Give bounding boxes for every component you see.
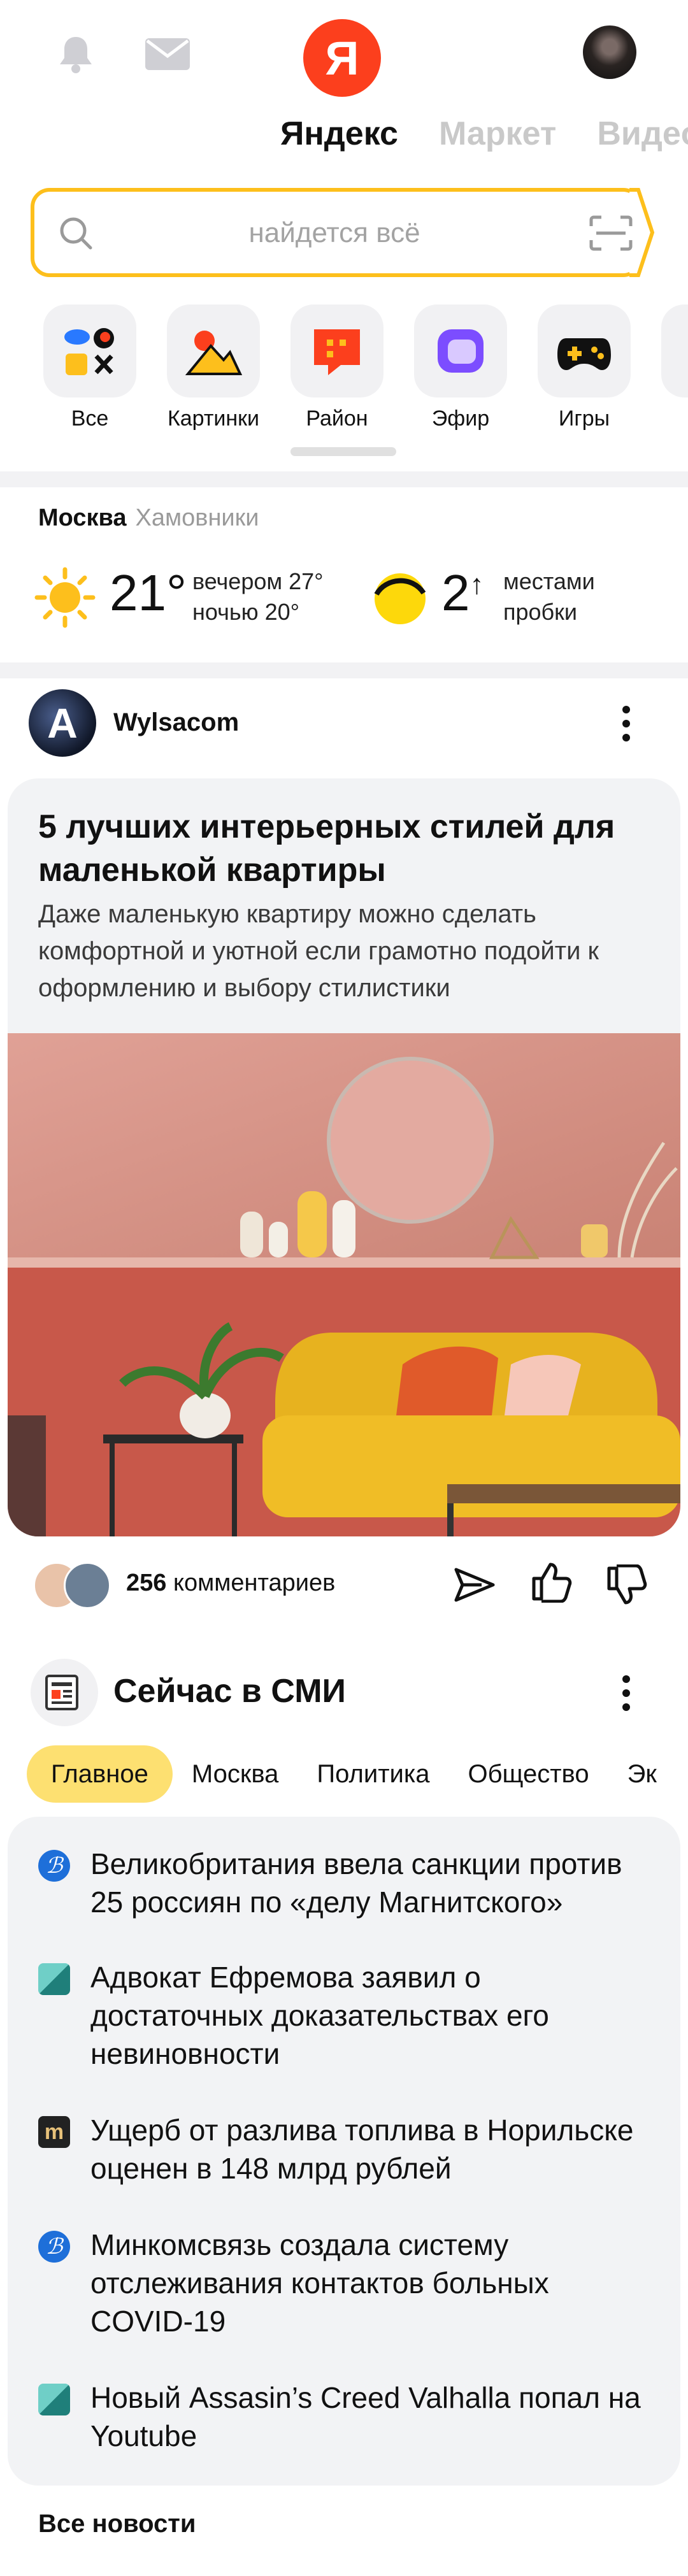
tab-main[interactable]: Главное xyxy=(27,1745,173,1803)
news-menu-icon[interactable] xyxy=(613,1668,639,1719)
images-icon xyxy=(167,304,260,397)
tab-market[interactable]: Маркет xyxy=(439,115,556,153)
tab-yandex[interactable]: Яндекс xyxy=(280,115,398,153)
search-input[interactable] xyxy=(101,213,568,253)
news-headline: Новый Assasin’s Creed Valhalla попал на … xyxy=(90,2381,641,2452)
author-avatar[interactable]: A xyxy=(29,689,96,757)
comments-number: 256 xyxy=(126,1570,167,1596)
tab-video[interactable]: Видео xyxy=(597,115,688,153)
tab-society[interactable]: Общество xyxy=(449,1745,608,1803)
tab-politics[interactable]: Политика xyxy=(297,1745,448,1803)
service-games[interactable]: Игры xyxy=(538,304,631,431)
share-icon[interactable] xyxy=(454,1566,496,1607)
traffic-arrow-icon: ↑ xyxy=(469,569,484,600)
all-services-icon xyxy=(43,304,136,397)
commenter-avatars[interactable] xyxy=(33,1562,116,1609)
notifications-bell-icon[interactable] xyxy=(54,32,98,76)
news-source-icon: m xyxy=(38,2116,70,2148)
traffic-level[interactable]: 2↑ xyxy=(441,564,484,622)
comments-label: комментариев xyxy=(173,1570,336,1596)
section-divider xyxy=(0,662,688,678)
user-avatar[interactable] xyxy=(583,25,636,79)
post-card[interactable]: 5 лучших интерьерных стилей для маленько… xyxy=(8,778,680,1536)
current-temperature[interactable]: 21° xyxy=(110,564,187,622)
traffic-icon xyxy=(371,570,429,631)
post-image xyxy=(8,1033,680,1536)
yandex-logo[interactable]: Я xyxy=(303,19,381,97)
games-icon xyxy=(538,304,631,397)
news-source-icon: ℬ xyxy=(38,1850,70,1882)
like-icon[interactable] xyxy=(530,1561,572,1606)
temp-night: ночью 20° xyxy=(192,599,300,625)
post-description: Даже маленькую квартиру можно сделать ко… xyxy=(38,900,599,1002)
search-bar xyxy=(31,188,655,277)
temp-evening: вечером 27° xyxy=(192,568,324,594)
traffic-desc-line2: пробки xyxy=(503,599,578,625)
news-source-icon xyxy=(38,2384,70,2415)
service-label: М xyxy=(661,406,688,431)
author-avatar-letter: A xyxy=(47,699,78,747)
service-label: Игры xyxy=(558,406,610,431)
traffic-level-value: 2 xyxy=(441,564,470,621)
city-name: Москва xyxy=(38,504,127,531)
service-label: Район xyxy=(306,406,368,431)
news-headline: Ущерб от разлива топлива в Норильске оце… xyxy=(90,2114,634,2185)
scroll-handle[interactable] xyxy=(290,447,396,456)
sun-icon xyxy=(33,566,97,633)
camera-scan-icon[interactable] xyxy=(589,215,633,255)
service-label: Все xyxy=(71,406,109,431)
news-list: ℬ Великобритания ввела санкции против 25… xyxy=(8,1817,680,2486)
news-source-icon xyxy=(38,1963,70,1995)
tab-moscow[interactable]: Москва xyxy=(173,1745,298,1803)
district-name: Хамовники xyxy=(135,504,259,531)
news-headline: Великобритания ввела санкции против 25 р… xyxy=(90,1847,622,1919)
all-news-link[interactable]: Все новости xyxy=(38,2510,196,2538)
news-source-icon: ℬ xyxy=(38,2231,70,2263)
service-district[interactable]: Район xyxy=(290,304,383,431)
commenter-avatar xyxy=(64,1562,111,1609)
section-divider xyxy=(0,471,688,487)
post-menu-icon[interactable] xyxy=(613,698,639,749)
location[interactable]: Москва Хамовники xyxy=(38,504,259,532)
more-service-icon xyxy=(661,304,688,397)
search-icon[interactable] xyxy=(57,215,96,256)
logo-letter: Я xyxy=(325,31,359,85)
search-arrow-decoration xyxy=(629,188,655,277)
quick-services: Все Картинки Район Эфир Игры М xyxy=(43,304,688,431)
news-section-icon xyxy=(31,1659,98,1726)
comments-count[interactable]: 256 комментариев xyxy=(126,1570,335,1597)
district-icon xyxy=(290,304,383,397)
dislike-icon[interactable] xyxy=(605,1564,647,1610)
news-headline: Минкомсвязь создала систему отслеживания… xyxy=(90,2228,549,2338)
news-headline: Адвокат Ефремова заявил о достаточных до… xyxy=(90,1961,549,2070)
efir-icon xyxy=(414,304,507,397)
services-tabs: Яндекс Маркет Видео xyxy=(280,115,688,153)
service-images[interactable]: Картинки xyxy=(167,304,260,431)
service-all[interactable]: Все xyxy=(43,304,136,431)
service-efir[interactable]: Эфир xyxy=(414,304,507,431)
service-more[interactable]: М xyxy=(661,304,688,431)
traffic-desc-line1: местами xyxy=(503,568,595,594)
author-name[interactable]: Wylsacom xyxy=(113,708,239,737)
mail-icon[interactable] xyxy=(145,32,190,76)
service-label: Эфир xyxy=(431,406,490,431)
news-tabs: Главное Москва Политика Общество Эк xyxy=(27,1745,676,1803)
post-title: 5 лучших интерьерных стилей для маленько… xyxy=(38,808,615,889)
tab-economy[interactable]: Эк xyxy=(608,1745,676,1803)
news-section-title[interactable]: Сейчас в СМИ xyxy=(113,1672,346,1710)
service-label: Картинки xyxy=(167,406,260,431)
